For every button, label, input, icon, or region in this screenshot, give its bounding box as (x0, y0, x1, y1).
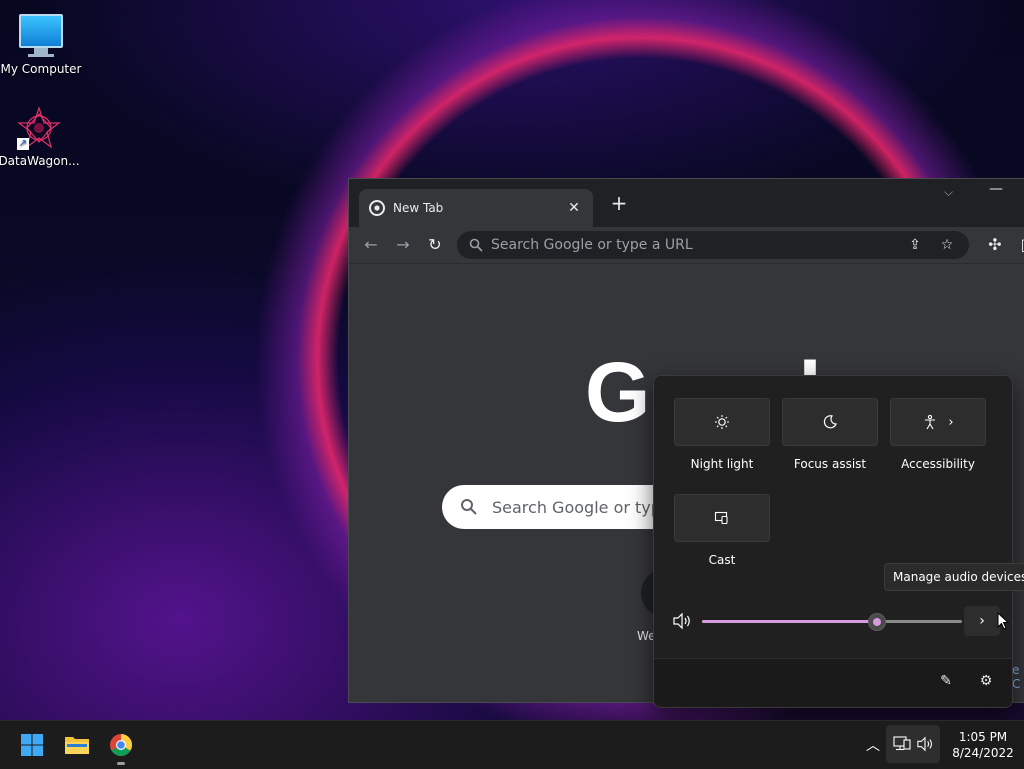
clock-date: 8/24/2022 (952, 746, 1014, 760)
flyout-footer: ✎ ⚙ (654, 658, 1012, 707)
manage-audio-devices-button[interactable]: › (964, 606, 1000, 636)
night-light-button[interactable] (674, 398, 770, 446)
tab-title: New Tab (393, 201, 444, 215)
new-tab-button[interactable]: + (607, 191, 631, 215)
quick-setting-focus-assist[interactable]: Focus assist (782, 398, 878, 471)
quick-settings-flyout: Night light Focus assist › Accessibility… (653, 375, 1013, 708)
cast-label: Cast (708, 553, 736, 567)
running-indicator (117, 762, 125, 765)
desktop-icon-datawagon[interactable]: ↗ DataWagon... (0, 106, 80, 168)
accessibility-icon (925, 414, 936, 430)
chrome-favicon-icon (369, 200, 385, 216)
chevron-right-icon: › (948, 414, 954, 430)
settings-gear-icon[interactable]: ⚙ (976, 673, 996, 693)
forward-button[interactable]: → (391, 233, 415, 257)
show-hidden-icons-chevron-icon[interactable]: ︿ (866, 735, 880, 755)
extensions-icon[interactable]: ✣ (983, 233, 1007, 257)
manage-audio-devices-tooltip: Manage audio devices (884, 563, 1024, 591)
desktop-icon-label: My Computer (0, 62, 82, 76)
volume-slider-thumb[interactable] (868, 613, 887, 631)
focus-assist-icon (823, 415, 837, 429)
quick-setting-accessibility[interactable]: › Accessibility (890, 398, 986, 471)
mouse-cursor-icon (997, 612, 1009, 630)
ntp-search-placeholder: Search Google or type (492, 497, 671, 517)
night-light-label: Night light (690, 457, 754, 471)
customize-link[interactable]: e C (1012, 663, 1024, 691)
volume-slider-fill (702, 620, 877, 623)
datawagon-icon: ↗ (17, 106, 61, 150)
clock-time: 1:05 PM (958, 730, 1008, 744)
reload-button[interactable]: ↻ (423, 233, 447, 257)
chrome-taskbar-button[interactable] (105, 729, 137, 765)
taskbar-clock[interactable]: 1:05 PM 8/24/2022 (944, 729, 1022, 761)
edit-pencil-icon[interactable]: ✎ (936, 673, 956, 693)
folder-icon (65, 737, 89, 754)
start-button[interactable] (16, 729, 48, 761)
minimize-button[interactable]: — (989, 181, 1003, 197)
desktop-icon-label: DataWagon... (0, 154, 80, 168)
accessibility-label: Accessibility (901, 457, 975, 471)
share-icon[interactable]: ⇪ (905, 237, 925, 253)
quick-setting-night-light[interactable]: Night light (674, 398, 770, 471)
file-explorer-button[interactable] (61, 729, 93, 761)
back-button[interactable]: ← (359, 233, 383, 257)
tab-close-button[interactable]: ✕ (563, 200, 585, 216)
volume-slider[interactable] (702, 613, 962, 631)
tab-new-tab[interactable]: New Tab ✕ (359, 189, 593, 227)
cast-icon (714, 511, 728, 525)
system-tray-quick-settings[interactable] (886, 725, 940, 763)
desktop-icon-my-computer[interactable]: My Computer (0, 10, 82, 76)
chrome-icon (110, 734, 132, 756)
tab-search-icon[interactable]: ⌵ (944, 185, 953, 200)
omnibox-placeholder: Search Google or type a URL (491, 237, 693, 253)
computer-icon (19, 14, 63, 58)
tab-strip: New Tab ✕ + ⌵ — (349, 179, 1024, 227)
quick-setting-cast[interactable]: Cast (674, 494, 770, 567)
volume-row: › (654, 606, 1012, 636)
windows-logo-icon (21, 734, 43, 756)
night-light-icon (715, 415, 729, 429)
focus-assist-label: Focus assist (793, 457, 867, 471)
focus-assist-button[interactable] (782, 398, 878, 446)
browser-toolbar: ← → ↻ Search Google or type a URL ⇪ ☆ ✣ … (349, 227, 1024, 264)
search-icon (469, 238, 483, 252)
bookmark-star-icon[interactable]: ☆ (937, 237, 957, 253)
volume-icon (917, 736, 932, 752)
cast-button[interactable] (674, 494, 770, 542)
omnibox[interactable]: Search Google or type a URL ⇪ ☆ (457, 231, 969, 259)
speaker-icon[interactable] (672, 612, 692, 630)
search-icon (461, 499, 477, 515)
accessibility-button[interactable]: › (890, 398, 986, 446)
network-icon (893, 736, 911, 751)
shortcut-arrow-icon: ↗ (17, 138, 29, 150)
side-panel-icon[interactable]: ▯ (1013, 233, 1024, 257)
taskbar: ︿ 1:05 PM 8/24/2022 (0, 720, 1024, 769)
